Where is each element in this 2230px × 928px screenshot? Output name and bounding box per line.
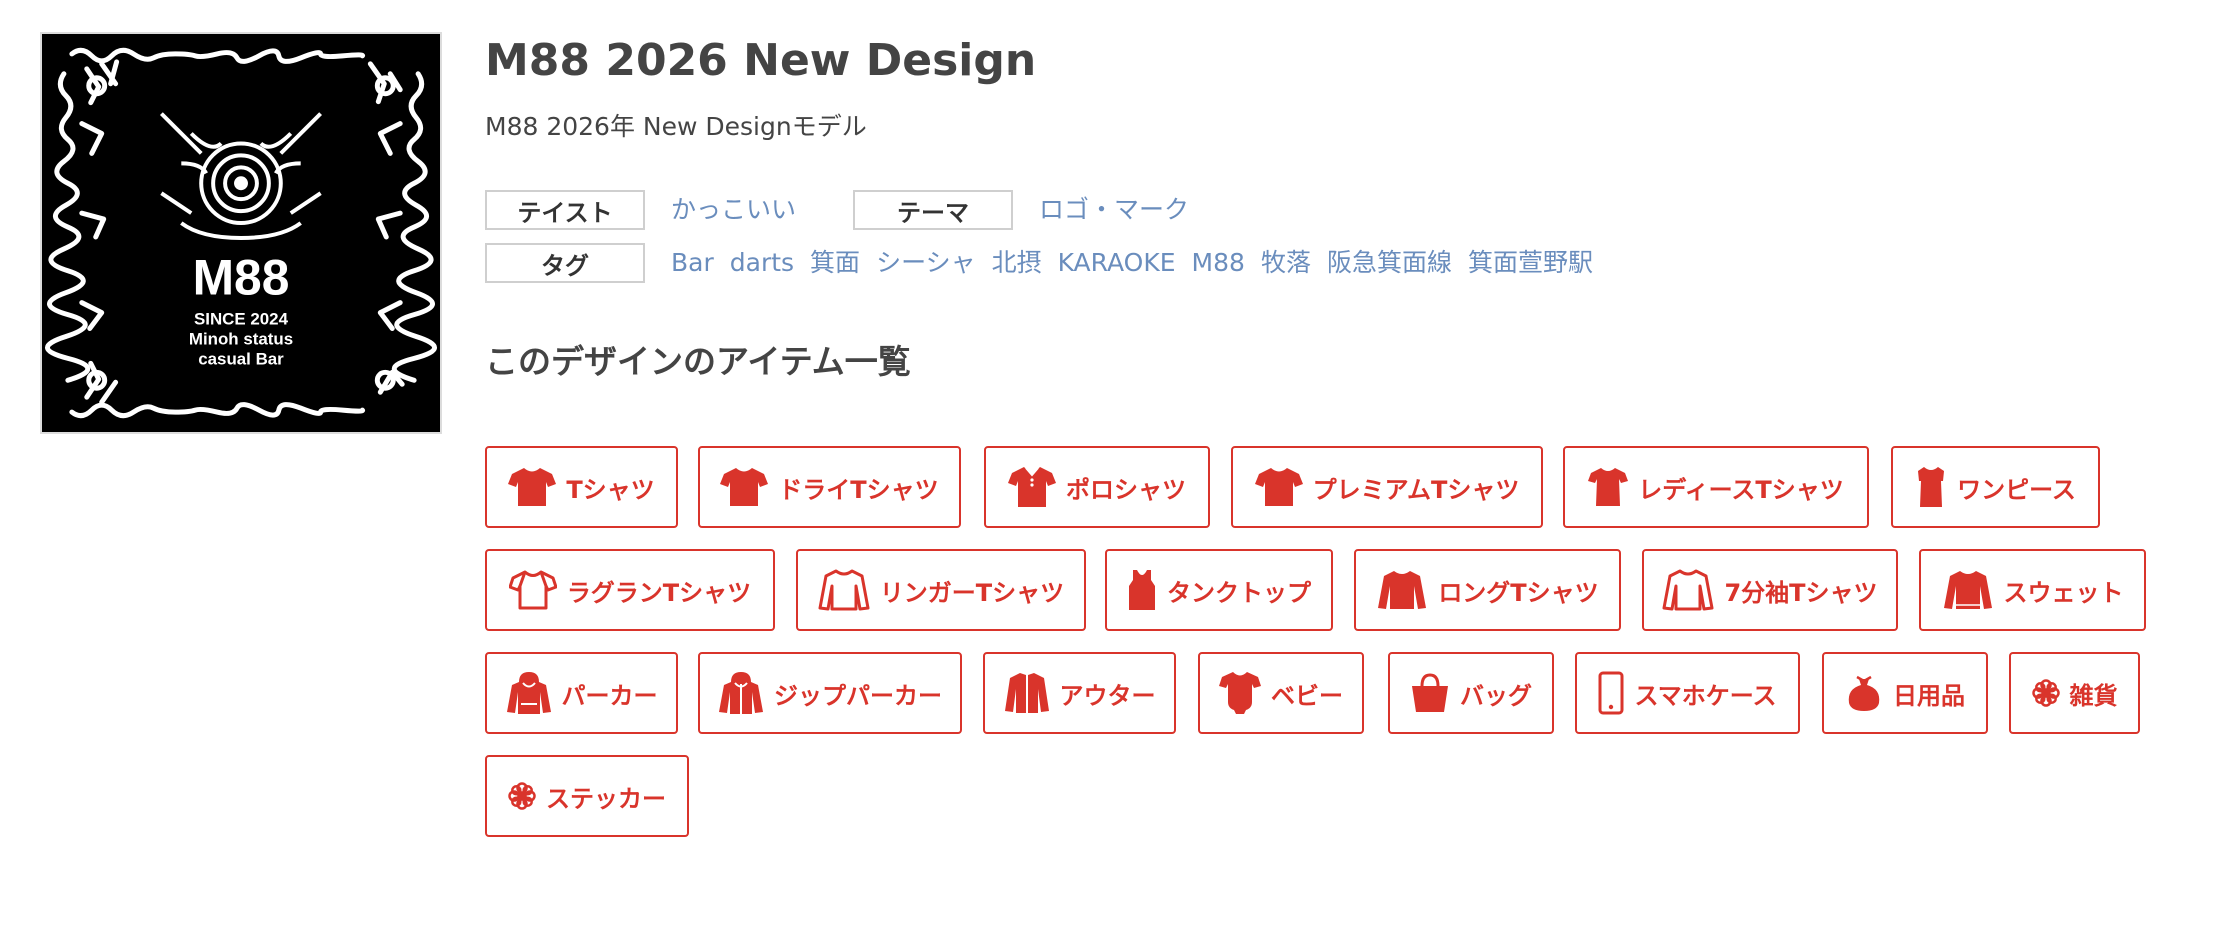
since-text: SINCE 2024	[194, 310, 289, 329]
polo-shirt-icon	[1008, 467, 1056, 507]
item-label: ベビー	[1271, 681, 1343, 710]
items-heading: このデザインのアイテム一覧	[485, 342, 911, 381]
item-button-zip-hoodie[interactable]: ジップパーカー	[698, 652, 962, 734]
zip-hoodie-icon	[719, 672, 763, 714]
item-label: スマホケース	[1634, 681, 1777, 710]
design-title: M88 2026 New Design	[485, 35, 1037, 86]
item-button-tshirt[interactable]: Tシャツ	[485, 446, 678, 528]
smartphone-icon	[1598, 671, 1624, 715]
item-button-phone-case[interactable]: スマホケース	[1575, 652, 1800, 734]
logo-text: M88	[193, 250, 290, 306]
bag-icon	[1412, 673, 1448, 712]
item-label: ロングTシャツ	[1438, 578, 1599, 607]
item-button-ladies-tshirt[interactable]: レディースTシャツ	[1563, 446, 1869, 528]
item-label: レディースTシャツ	[1638, 475, 1844, 504]
item-button-hoodie[interactable]: パーカー	[485, 652, 678, 734]
tag-link[interactable]: 牧落	[1261, 243, 1311, 283]
item-label: Tシャツ	[566, 475, 655, 504]
item-button-sticker[interactable]: ステッカー	[485, 755, 689, 837]
tag-list: Bar darts 箕面 シーシャ 北摂 KARAOKE M88 牧落 阪急箕面…	[671, 243, 1593, 283]
item-button-sweat[interactable]: スウェット	[1919, 549, 2146, 631]
item-button-7-sleeve-tshirt[interactable]: 7分袖Tシャツ	[1642, 549, 1898, 631]
item-label: パーカー	[561, 681, 658, 710]
long-sleeve-outline-icon	[1662, 569, 1714, 611]
tag-link[interactable]: M88	[1192, 243, 1245, 283]
tagline-text: Minoh status	[189, 329, 293, 348]
tshirt-icon	[720, 468, 769, 506]
item-button-premium-tshirt[interactable]: プレミアムTシャツ	[1231, 446, 1543, 528]
item-label: 7分袖Tシャツ	[1724, 578, 1878, 607]
sweatshirt-icon	[1943, 571, 1992, 609]
item-label: スウェット	[2003, 578, 2124, 607]
item-button-bag[interactable]: バッグ	[1388, 652, 1554, 734]
theme-link[interactable]: ロゴ・マーク	[1039, 190, 1189, 230]
item-label: ステッカー	[546, 784, 666, 813]
item-button-raglan-tshirt[interactable]: ラグランTシャツ	[485, 549, 775, 631]
item-button-long-tshirt[interactable]: ロングTシャツ	[1354, 549, 1621, 631]
item-label: ワンピース	[1957, 475, 2076, 504]
flower-icon	[2031, 679, 2060, 707]
tags-label: タグ	[485, 243, 645, 283]
tagline-text-2: casual Bar	[198, 349, 284, 368]
jacket-icon	[1004, 673, 1049, 713]
item-button-dress[interactable]: ワンピース	[1891, 446, 2100, 528]
item-label: 雑貨	[2069, 681, 2118, 710]
taste-label: テイスト	[485, 190, 645, 230]
tag-link[interactable]: 北摂	[992, 243, 1042, 283]
item-label: リンガーTシャツ	[879, 578, 1065, 607]
long-sleeve-outline-icon	[818, 569, 870, 611]
item-label: アウター	[1059, 681, 1156, 710]
pouch-icon	[1848, 675, 1880, 711]
theme-label: テーマ	[853, 190, 1013, 230]
baby-bodysuit-icon	[1219, 672, 1261, 714]
tag-link[interactable]: Bar	[671, 243, 714, 283]
item-label: プレミアムTシャツ	[1312, 475, 1520, 504]
raglan-tshirt-icon	[508, 570, 557, 610]
ladies-tshirt-icon	[1588, 468, 1629, 506]
long-sleeve-icon	[1378, 571, 1427, 609]
item-label: ラグランTシャツ	[566, 578, 752, 607]
item-button-goods[interactable]: 雑貨	[2009, 652, 2140, 734]
item-button-polo[interactable]: ポロシャツ	[984, 446, 1210, 528]
item-label: ドライTシャツ	[778, 475, 939, 504]
item-label: ポロシャツ	[1066, 475, 1186, 504]
tank-top-icon	[1129, 570, 1155, 610]
item-label: タンクトップ	[1167, 578, 1311, 607]
hoodie-icon	[506, 672, 551, 714]
dress-icon	[1918, 467, 1945, 507]
taste-link[interactable]: かっこいい	[671, 190, 796, 230]
item-button-daily-goods[interactable]: 日用品	[1822, 652, 1988, 734]
flower-icon	[508, 782, 536, 810]
item-label: 日用品	[1893, 681, 1965, 710]
tag-link[interactable]: 箕面	[810, 243, 860, 283]
tag-link[interactable]: シーシャ	[876, 243, 976, 283]
tshirt-icon	[1254, 468, 1303, 506]
tag-link[interactable]: 箕面萱野駅	[1468, 243, 1593, 283]
tag-link[interactable]: KARAOKE	[1058, 243, 1176, 283]
item-button-baby[interactable]: ベビー	[1198, 652, 1364, 734]
tag-link[interactable]: 阪急箕面線	[1327, 243, 1452, 283]
item-button-tank-top[interactable]: タンクトップ	[1105, 549, 1333, 631]
tag-link[interactable]: darts	[730, 243, 794, 283]
item-button-outer[interactable]: アウター	[983, 652, 1176, 734]
design-image: M88 SINCE 2024 Minoh status casual Bar	[40, 32, 442, 434]
item-label: バッグ	[1460, 681, 1532, 710]
item-button-ringer-tshirt[interactable]: リンガーTシャツ	[796, 549, 1086, 631]
item-label: ジップパーカー	[774, 681, 942, 710]
tshirt-icon	[508, 468, 557, 506]
item-button-dry-tshirt[interactable]: ドライTシャツ	[698, 446, 961, 528]
design-subtitle: M88 2026年 New Designモデル	[485, 112, 867, 141]
